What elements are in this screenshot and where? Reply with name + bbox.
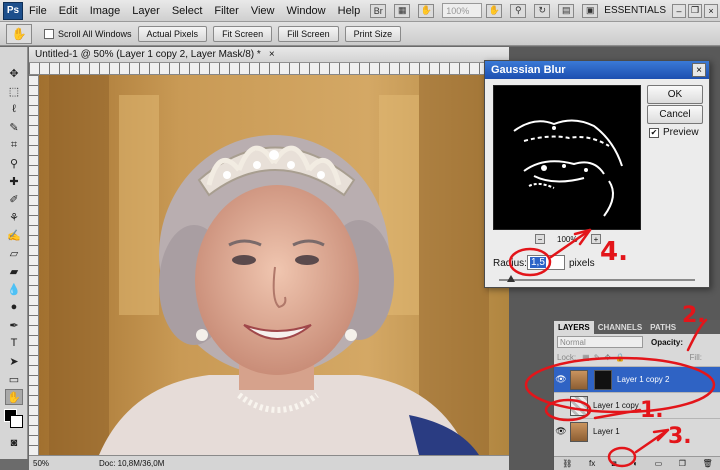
annotation-arrow-4 <box>549 228 592 259</box>
annotation-circle-layer <box>524 356 716 414</box>
annotation-circle-mask-button <box>607 446 637 468</box>
annotation-step-3: 3. <box>668 424 692 449</box>
annotation-step-1: 1. <box>640 398 664 423</box>
annotation-step-4: 4. <box>600 237 628 267</box>
annotation-circle-radius <box>508 247 552 277</box>
annotation-step-2: 2. <box>682 303 706 328</box>
annotation-arrow-3 <box>634 428 670 454</box>
annotation-overlay <box>508 228 716 468</box>
